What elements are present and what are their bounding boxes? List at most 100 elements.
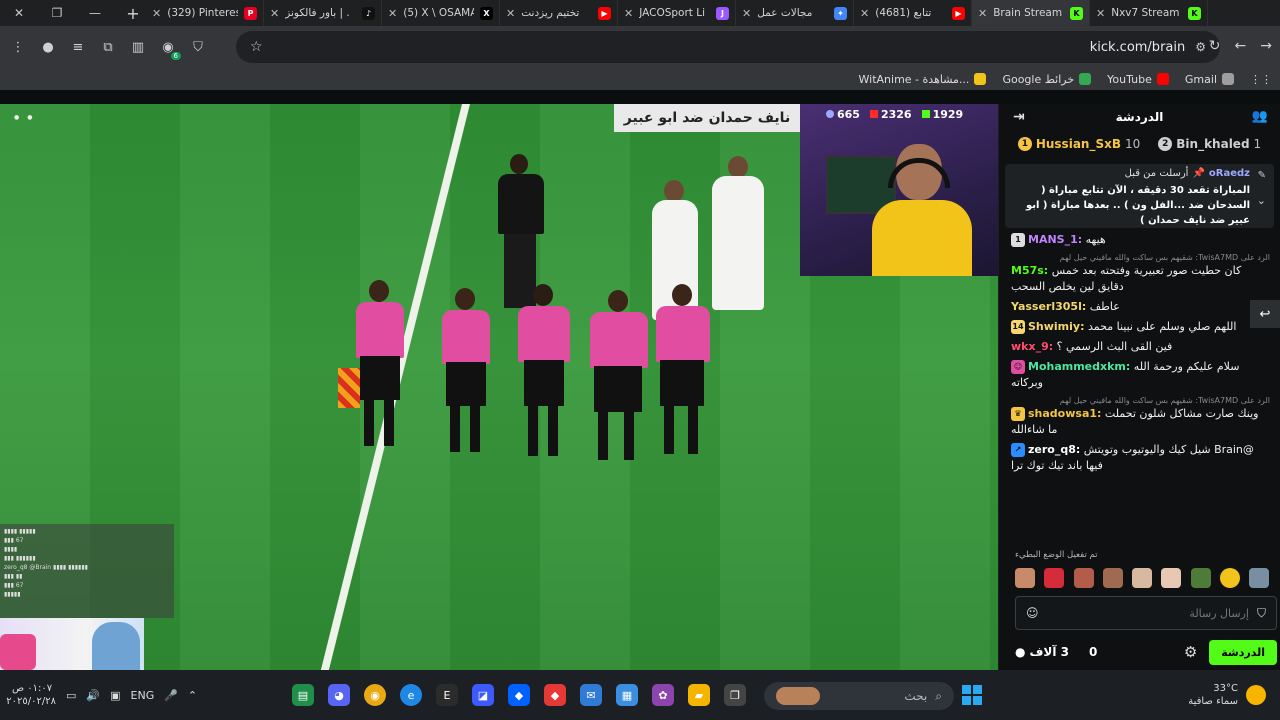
chat-message[interactable]: 14 Shwimiy: اللهم صلي وسلم على نبينا محمد <box>1011 319 1270 335</box>
start-button[interactable] <box>962 685 982 705</box>
chat-username[interactable]: MANS_1: <box>1028 233 1082 246</box>
new-tab-button[interactable]: + <box>120 0 146 26</box>
task-view-icon[interactable]: ❐ <box>724 684 746 706</box>
browser-tab[interactable]: ✕ Nxv7 Stream K <box>1090 0 1208 26</box>
emote[interactable] <box>1190 568 1211 588</box>
close-tab-icon[interactable]: ✕ <box>388 7 397 20</box>
bookmark-star-icon[interactable]: ☆ <box>250 39 263 55</box>
language-indicator[interactable]: ENG <box>131 689 155 702</box>
reload-icon[interactable]: ↻ <box>1209 38 1221 54</box>
chevron-down-icon[interactable]: ⌄ <box>1257 194 1266 207</box>
chrome-icon[interactable]: ◉ <box>364 684 386 706</box>
chat-message[interactable]: 1 MANS_1: هيهه <box>1011 232 1270 248</box>
minimize-window-button[interactable]: — <box>76 0 114 26</box>
battery-icon[interactable]: ▭ <box>66 689 76 702</box>
chat-message[interactable]: Yasserl305l: عاطف <box>1011 299 1270 315</box>
emote[interactable] <box>1161 568 1182 588</box>
app-icon[interactable]: ◪ <box>472 684 494 706</box>
forward-icon[interactable]: ← <box>1235 38 1247 54</box>
users-icon[interactable]: 👥 <box>1252 109 1268 124</box>
app-icon[interactable]: ◆ <box>544 684 566 706</box>
close-tab-icon[interactable]: ✕ <box>270 7 279 20</box>
menu-icon[interactable]: ⋮ <box>10 39 26 55</box>
chat-username[interactable]: Yasserl305l: <box>1011 300 1086 313</box>
app-icon[interactable]: ▤ <box>292 684 314 706</box>
bookmark-item[interactable]: YouTube <box>1107 73 1169 86</box>
browser-tab[interactable]: ✕ تختيم ريزدنت ▶ <box>500 0 618 26</box>
extension-tool-icon[interactable]: ▥ <box>130 39 146 55</box>
extensions-icon[interactable]: ⧉ <box>100 39 116 55</box>
close-tab-icon[interactable]: ✕ <box>506 7 515 20</box>
copilot-icon[interactable]: ✿ <box>652 684 674 706</box>
close-tab-icon[interactable]: ✕ <box>624 7 633 20</box>
chat-message[interactable]: ☺ Mohammedxkm: سلام عليكم ورحمة الله وبرك… <box>1011 359 1270 391</box>
unpin-icon[interactable]: ✎ <box>1258 170 1266 181</box>
chat-input-box[interactable]: ☺ ⛉ <box>1015 596 1277 630</box>
file-explorer-icon[interactable]: ▰ <box>688 684 710 706</box>
close-tab-icon[interactable]: ✕ <box>742 7 751 20</box>
chat-username[interactable]: zero_q8: <box>1028 443 1080 456</box>
close-tab-icon[interactable]: ✕ <box>978 7 987 20</box>
emoji-icon[interactable]: ☺ <box>1026 606 1039 620</box>
restore-window-button[interactable]: ❐ <box>38 0 76 26</box>
shield-icon[interactable]: ⛉ <box>190 39 206 55</box>
browser-tab[interactable]: ✕ باور فالكونز | . ♪ <box>264 0 382 26</box>
chat-message[interactable]: الرد على TwisA7MD: شقيهم بس ساكت والله م… <box>1011 252 1270 295</box>
emote[interactable] <box>1044 568 1065 588</box>
pinned-message[interactable]: أرسلت من قبل 📌 oRaedz المباراة تقعد 30 د… <box>1005 164 1274 228</box>
emote[interactable] <box>1132 568 1152 588</box>
reply-arrow-icon[interactable]: ↩ <box>1250 300 1280 328</box>
chat-send-button[interactable]: الدردشة <box>1209 639 1277 665</box>
chat-username[interactable]: M57s: <box>1011 264 1048 277</box>
emote[interactable] <box>1102 568 1123 588</box>
bookmark-item[interactable]: WitAnime - مشاهدة... <box>859 73 987 86</box>
reading-list-icon[interactable]: ≡ <box>70 39 86 55</box>
viewers-count[interactable]: 3 آلاف ● <box>1015 645 1069 659</box>
chat-username[interactable]: shadowsa1: <box>1028 407 1101 420</box>
close-tab-icon[interactable]: ✕ <box>152 7 161 20</box>
chat-username[interactable]: Shwimiy: <box>1028 320 1085 333</box>
chat-message[interactable]: الرد على TwisA7MD: شقيهم بس ساكت والله م… <box>1011 395 1270 438</box>
close-tab-icon[interactable]: ✕ <box>860 7 869 20</box>
browser-tab[interactable]: ✕ (4681) تتابع ▶ <box>854 0 972 26</box>
pinned-user[interactable]: oRaedz <box>1209 168 1250 179</box>
apps-grid-icon[interactable]: ⋮⋮ <box>1250 73 1272 86</box>
emote[interactable] <box>1015 568 1035 588</box>
chevron-up-icon[interactable]: ⌃ <box>188 689 197 702</box>
close-window-button[interactable]: ✕ <box>0 0 38 26</box>
back-icon[interactable]: → <box>1260 38 1272 54</box>
browser-tab[interactable]: ✕ (329) Pinterest P <box>146 0 264 26</box>
leaderboard-entry[interactable]: 2 Bin_khaled 1 <box>1158 137 1261 151</box>
browser-tab[interactable]: ✕ JACOSport Li J <box>618 0 736 26</box>
edge-icon[interactable]: e <box>400 684 422 706</box>
chat-username[interactable]: Mohammedxkm: <box>1028 360 1130 373</box>
profile-icon[interactable]: ● <box>40 39 56 55</box>
browser-tab[interactable]: ✕ (5) X \ OSAMA X <box>382 0 500 26</box>
store-icon[interactable]: ▦ <box>616 684 638 706</box>
mic-icon[interactable]: 🎤 <box>164 689 178 702</box>
dropbox-icon[interactable]: ◆ <box>508 684 530 706</box>
taskbar-search[interactable]: بحث ⌕ <box>764 682 954 710</box>
chat-message[interactable]: wkx_9: فين القى البث الرسمي ؟ <box>1011 339 1270 355</box>
emote[interactable] <box>1249 568 1269 588</box>
network-icon[interactable]: ▣ <box>110 689 120 702</box>
bookmark-item[interactable]: Gmail <box>1185 73 1234 86</box>
gear-icon[interactable]: ⚙ <box>1184 643 1197 661</box>
browser-tab[interactable]: ✕ Brain Stream K <box>972 0 1090 26</box>
extension-adblock-icon[interactable]: ◉ 6 <box>160 39 181 60</box>
address-bar[interactable]: ☆ kick.com/brain ⚙ <box>236 31 1220 63</box>
emote[interactable] <box>1073 568 1094 588</box>
collapse-chat-icon[interactable]: ⇥ <box>1013 109 1025 125</box>
volume-icon[interactable]: 🔊 <box>86 689 100 702</box>
epic-games-icon[interactable]: E <box>436 684 458 706</box>
bookmark-item[interactable]: Google خرائط <box>1002 73 1092 86</box>
emote[interactable] <box>1219 568 1240 588</box>
chat-input[interactable] <box>1038 606 1257 620</box>
close-tab-icon[interactable]: ✕ <box>1096 7 1105 20</box>
chat-message[interactable]: ↗ zero_q8: @Brain شيل كيك واليوتيوب وتويت… <box>1011 442 1270 474</box>
weather-widget[interactable]: 33°C سماء صافية <box>1188 682 1266 708</box>
mail-icon[interactable]: ✉ <box>580 684 602 706</box>
clock[interactable]: ٠١:٠٧ ص ٢٠٢٥/٠٢/٢٨ <box>6 682 56 708</box>
site-settings-icon[interactable]: ⚙ <box>1195 40 1206 54</box>
chat-username[interactable]: wkx_9: <box>1011 340 1053 353</box>
